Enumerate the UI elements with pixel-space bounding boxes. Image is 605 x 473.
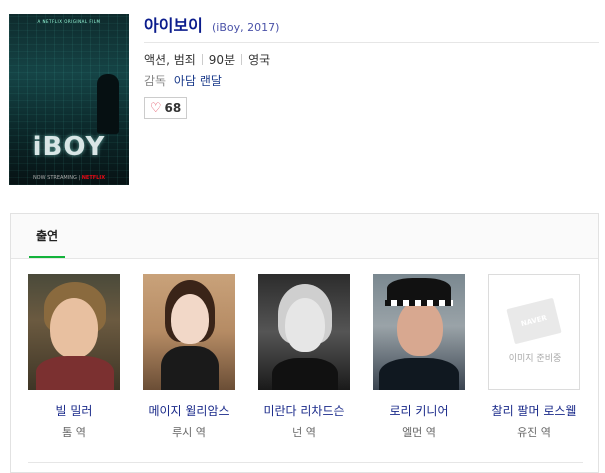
cast-name[interactable]: 메이지 윌리암스 bbox=[143, 402, 235, 419]
cast-name[interactable]: 찰리 팔머 로스웰 bbox=[488, 402, 580, 419]
cap-band-shape bbox=[385, 300, 453, 306]
movie-genre: 액션, 범죄 bbox=[144, 53, 196, 67]
movie-subtitle: (iBoy, 2017) bbox=[211, 21, 280, 34]
cast-photo[interactable] bbox=[373, 274, 465, 390]
face-shape bbox=[397, 300, 443, 356]
meta-divider bbox=[241, 54, 243, 65]
cast-name[interactable]: 미란다 리차드슨 bbox=[258, 402, 350, 419]
title-divider bbox=[144, 42, 599, 43]
face-shape bbox=[285, 298, 325, 352]
poster-footer-brand: NETFLIX bbox=[81, 175, 106, 181]
cast-photo[interactable] bbox=[258, 274, 350, 390]
cast-panel: 출연 빌 밀러 톰 역 메이지 윌리암스 루시 역 미란다 리차드슨 넌 역 로… bbox=[10, 213, 599, 473]
poster-title: iBOY bbox=[32, 132, 106, 162]
cast-item[interactable]: NAVER 이미지 준비중 찰리 팔머 로스웰 유진 역 bbox=[488, 274, 580, 440]
cast-photo[interactable] bbox=[28, 274, 120, 390]
poster-tagline: A NETFLIX ORIGINAL FILM bbox=[37, 19, 101, 24]
movie-meta: 액션, 범죄 90분 영국 bbox=[144, 51, 270, 68]
cast-role: 넌 역 bbox=[292, 426, 316, 439]
like-button[interactable]: ♡ 68 bbox=[144, 97, 187, 119]
cast-item[interactable]: 메이지 윌리암스 루시 역 bbox=[143, 274, 235, 440]
panel-divider bbox=[28, 462, 583, 463]
cast-photo-placeholder[interactable]: NAVER 이미지 준비중 bbox=[488, 274, 580, 390]
cast-role: 엘먼 역 bbox=[402, 426, 436, 439]
body-shape bbox=[272, 358, 338, 390]
no-image-icon: NAVER bbox=[506, 297, 562, 345]
meta-divider bbox=[201, 54, 203, 65]
cast-item[interactable]: 미란다 리차드슨 넌 역 bbox=[258, 274, 350, 440]
director-name[interactable]: 아담 랜달 bbox=[174, 74, 222, 88]
body-shape bbox=[379, 358, 459, 390]
face-shape bbox=[171, 294, 209, 344]
body-shape bbox=[36, 356, 114, 390]
cast-tabbar: 출연 bbox=[11, 214, 598, 259]
poster-footer-now: NOW STREAMING bbox=[32, 175, 77, 181]
heart-icon: ♡ bbox=[149, 100, 162, 116]
poster-footer: NOW STREAMING | NETFLIX bbox=[32, 175, 106, 181]
poster-figure bbox=[97, 74, 119, 134]
cast-item[interactable]: 로리 키니어 엘먼 역 bbox=[373, 274, 465, 440]
movie-title[interactable]: 아이보이 bbox=[144, 16, 203, 35]
cast-role: 톰 역 bbox=[62, 426, 86, 439]
movie-runtime: 90분 bbox=[208, 53, 236, 67]
movie-poster[interactable]: A NETFLIX ORIGINAL FILM iBOY NOW STREAMI… bbox=[9, 14, 129, 185]
no-image-text: 이미지 준비중 bbox=[508, 354, 562, 364]
cast-item[interactable]: 빌 밀러 톰 역 bbox=[28, 274, 120, 440]
movie-title-row: 아이보이 (iBoy, 2017) bbox=[144, 12, 279, 36]
cast-photo[interactable] bbox=[143, 274, 235, 390]
face-shape bbox=[50, 298, 98, 358]
cast-name[interactable]: 빌 밀러 bbox=[28, 402, 120, 419]
movie-country: 영국 bbox=[248, 53, 271, 67]
cast-role: 루시 역 bbox=[172, 426, 206, 439]
director-label: 감독 bbox=[144, 74, 167, 88]
movie-director: 감독 아담 랜달 bbox=[144, 72, 222, 89]
cast-role: 유진 역 bbox=[517, 426, 551, 439]
cast-name[interactable]: 로리 키니어 bbox=[373, 402, 465, 419]
body-shape bbox=[161, 346, 219, 390]
like-count: 68 bbox=[164, 101, 182, 115]
tab-cast[interactable]: 출연 bbox=[29, 214, 65, 258]
